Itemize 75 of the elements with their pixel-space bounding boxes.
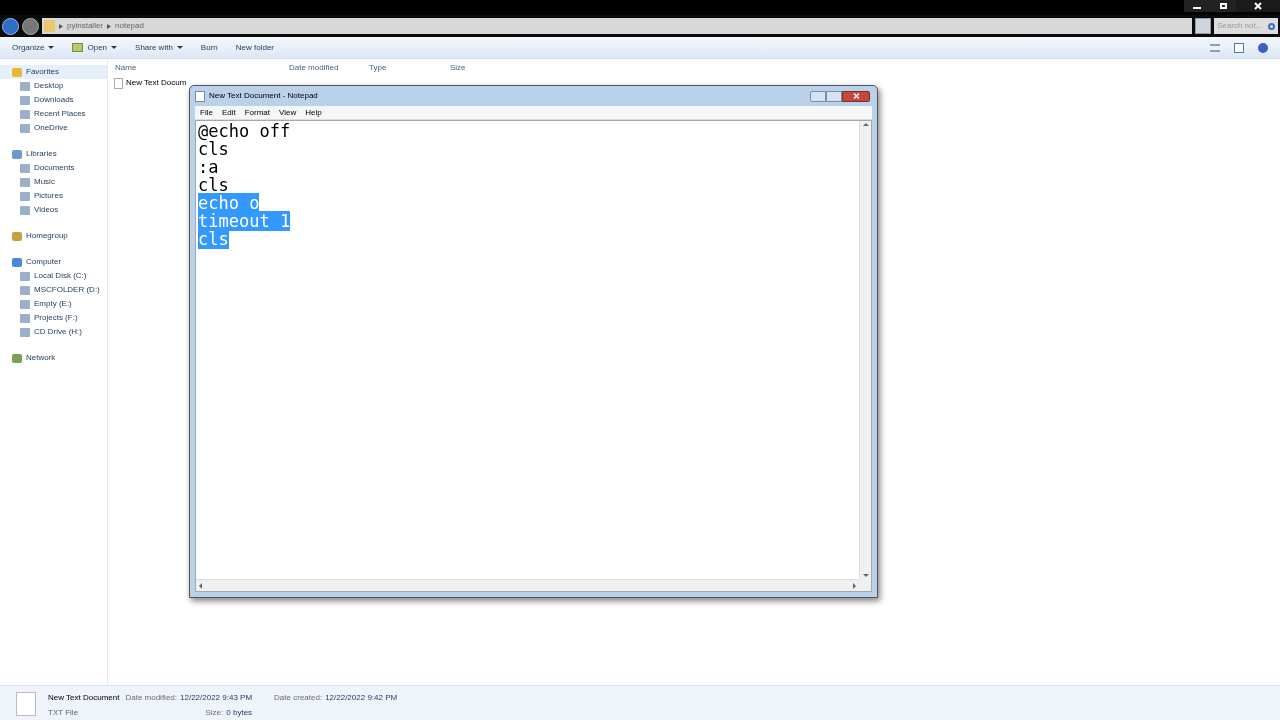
scroll-left-icon[interactable] xyxy=(199,582,202,589)
toolbar-button[interactable]: Burn xyxy=(200,41,218,54)
sidebar-item[interactable]: Videos xyxy=(0,203,107,217)
toolbar-button[interactable]: Share with xyxy=(135,41,183,54)
window-title: New Text Document - Notepad xyxy=(209,90,318,102)
address-bar[interactable]: pyinstaller notepad xyxy=(42,18,1192,34)
restore-icon[interactable] xyxy=(1210,0,1236,12)
horizontal-scrollbar[interactable] xyxy=(196,579,859,591)
caret-icon xyxy=(176,46,183,49)
menu-item[interactable]: View xyxy=(279,106,297,119)
field-label: Date modified: xyxy=(125,692,178,704)
minimize-button[interactable] xyxy=(810,90,826,102)
menu-item[interactable]: Help xyxy=(305,106,322,119)
column-header[interactable]: Type xyxy=(368,62,449,74)
text-line: @echo off xyxy=(198,121,291,141)
folder-icon xyxy=(12,231,22,241)
folder-icon xyxy=(12,353,22,363)
menu-item[interactable]: File xyxy=(200,106,213,119)
toolbar-button[interactable]: Open xyxy=(72,41,118,54)
field-label: Size: xyxy=(205,707,224,719)
field-value: 12/22/2022 9:42 PM xyxy=(325,692,398,704)
sidebar-item[interactable]: Favorites xyxy=(0,65,107,79)
preview-pane-icon[interactable] xyxy=(1234,42,1244,53)
sidebar-item[interactable]: Homegroup xyxy=(0,229,107,243)
column-header[interactable]: Size xyxy=(449,62,489,74)
text-line: :a xyxy=(198,157,219,177)
close-icon[interactable] xyxy=(1236,0,1280,12)
sidebar-item[interactable]: Libraries xyxy=(0,147,107,161)
sidebar-item[interactable]: Desktop xyxy=(0,79,107,93)
sidebar-item[interactable]: Music xyxy=(0,175,107,189)
sidebar-item[interactable]: Recent Places xyxy=(0,107,107,121)
column-header[interactable]: Name xyxy=(114,62,288,74)
sidebar-item[interactable]: Network xyxy=(0,351,107,365)
text-line: cls xyxy=(198,175,229,195)
maximize-button[interactable] xyxy=(826,90,842,102)
breadcrumb[interactable]: notepad xyxy=(115,20,144,32)
sidebar-item[interactable]: CD Drive (H:) xyxy=(0,325,107,339)
toolbar-button[interactable]: Organize xyxy=(12,41,55,54)
folder-icon xyxy=(12,149,22,159)
field-value: 12/22/2022 9:43 PM xyxy=(180,692,253,704)
scroll-up-icon[interactable] xyxy=(862,123,869,126)
open-icon xyxy=(72,43,84,52)
caret-icon xyxy=(111,46,118,49)
toolbar-button[interactable]: New folder xyxy=(235,41,274,54)
document-icon xyxy=(16,692,36,716)
folder-icon xyxy=(44,20,55,32)
file-type: TXT File xyxy=(48,707,80,719)
sidebar-item[interactable]: Local Disk (C:) xyxy=(0,269,107,283)
field-label: Date created: xyxy=(274,692,323,704)
column-header[interactable]: Date modified xyxy=(288,62,368,74)
sidebar-item[interactable]: Empty (E:) xyxy=(0,297,107,311)
breadcrumb[interactable]: pyinstaller xyxy=(67,20,103,32)
folder-icon xyxy=(12,67,22,77)
sidebar-item[interactable]: Projects (F:) xyxy=(0,311,107,325)
chevron-icon[interactable] xyxy=(107,23,111,29)
menu-item[interactable]: Format xyxy=(244,106,271,119)
folder-icon xyxy=(12,257,22,267)
sidebar-item[interactable]: Computer xyxy=(0,255,107,269)
vertical-scrollbar[interactable] xyxy=(859,121,871,579)
file-name: New Text Document xyxy=(48,692,120,704)
notepad-icon xyxy=(195,90,205,102)
file-row[interactable]: New Text Docum xyxy=(114,76,187,90)
sidebar-item[interactable]: Documents xyxy=(0,161,107,175)
document-icon xyxy=(114,77,123,89)
menu-item[interactable]: Edit xyxy=(221,106,236,119)
sidebar-item[interactable]: MSCFOLDER (D:) xyxy=(0,283,107,297)
minimize-icon[interactable] xyxy=(1184,0,1210,12)
caret-icon xyxy=(48,46,55,49)
sidebar-item[interactable]: Downloads xyxy=(0,93,107,107)
chevron-icon[interactable] xyxy=(59,23,63,29)
sidebar-item[interactable]: OneDrive xyxy=(0,121,107,135)
scroll-right-icon[interactable] xyxy=(853,582,856,589)
close-button[interactable] xyxy=(842,90,870,102)
sidebar-item[interactable]: Pictures xyxy=(0,189,107,203)
field-value: 0 bytes xyxy=(226,707,253,719)
